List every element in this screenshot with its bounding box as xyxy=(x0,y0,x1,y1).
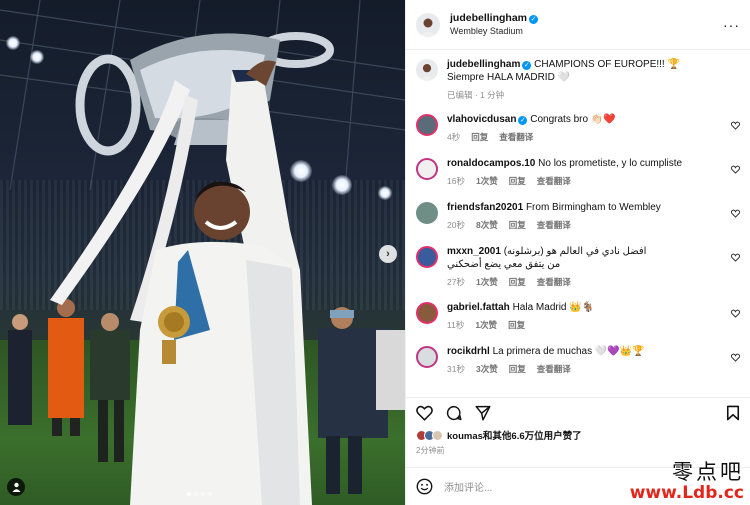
watermark-url: www.Ldb.cc xyxy=(629,483,744,503)
comment-username[interactable]: friendsfan20201 xyxy=(447,202,523,213)
carousel-dot xyxy=(208,492,212,496)
comment-item: vlahovicdusan ✓ Congrats bro 👏🏻❤️ 4秒 回复 查… xyxy=(416,113,740,143)
player-with-trophy xyxy=(8,32,405,505)
comment-text: افضل نادي في العالم هو (برشلونه) xyxy=(503,246,647,257)
comment-time: 4秒 xyxy=(447,132,461,142)
post-header: judebellingham ✓ Wembley Stadium ··· xyxy=(406,0,750,50)
reply-button[interactable]: 回复 xyxy=(509,175,526,187)
add-comment-input[interactable]: 添加评论... xyxy=(444,479,492,494)
commenter-avatar[interactable] xyxy=(416,302,438,324)
carousel-dot xyxy=(201,492,205,496)
reply-button[interactable]: 回复 xyxy=(509,363,526,375)
watermark-cn: 零点吧 xyxy=(672,460,744,484)
caption-text-line2: Siempre HALA MADRID 🤍 xyxy=(447,72,571,83)
comment-like-count[interactable]: 8次赞 xyxy=(476,219,498,231)
commenter-avatar[interactable] xyxy=(416,158,438,180)
comment-like-count[interactable]: 1次赞 xyxy=(476,276,498,288)
comment-like-count[interactable]: 3次赞 xyxy=(476,363,498,375)
profile-picture xyxy=(419,64,435,81)
like-comment-heart-icon[interactable] xyxy=(731,165,740,174)
comment-username[interactable]: gabriel.fattah xyxy=(447,302,510,313)
like-heart-icon[interactable] xyxy=(416,405,433,421)
caption-text-line1: CHAMPIONS OF EUROPE!!! 🏆 xyxy=(534,59,680,70)
comment-text: No los prometiste, y lo cumpliste xyxy=(538,158,683,169)
see-translation-button[interactable]: 查看翻译 xyxy=(537,363,571,375)
like-comment-heart-icon[interactable] xyxy=(731,121,740,130)
comment-time: 16秒 xyxy=(447,176,465,186)
comment-time: 31秒 xyxy=(447,364,465,374)
verified-badge-icon: ✓ xyxy=(522,61,532,70)
comment-text: Congrats bro 👏🏻❤️ xyxy=(530,114,616,125)
comment-item: ronaldocampos.10 No los prometiste, y lo… xyxy=(416,157,740,187)
comment-item: mxxn_2001 افضل نادي في العالم هو (برشلون… xyxy=(416,245,740,288)
comment-time: 11秒 xyxy=(447,320,465,330)
author-username[interactable]: judebellingham xyxy=(450,12,527,24)
post-location[interactable]: Wembley Stadium xyxy=(450,25,538,38)
comment-bubble-icon[interactable] xyxy=(446,405,462,421)
comment-like-count[interactable]: 1次赞 xyxy=(475,319,497,331)
comment-username[interactable]: rocikdrhl xyxy=(447,346,490,357)
comment-username[interactable]: ronaldocampos.10 xyxy=(447,158,535,169)
verified-badge-icon: ✓ xyxy=(529,14,539,24)
commenter-avatar[interactable] xyxy=(416,246,438,268)
reply-button[interactable]: 回复 xyxy=(508,319,525,331)
profile-picture xyxy=(420,18,436,37)
comment-text: La primera de muchas 🤍💜👑🏆 xyxy=(492,346,645,357)
comment-item: friendsfan20201 From Birmingham to Wembl… xyxy=(416,201,740,231)
like-comment-heart-icon[interactable] xyxy=(731,253,740,262)
more-options-icon[interactable]: ··· xyxy=(723,17,740,33)
post-actions-bar xyxy=(406,397,750,427)
commenter-avatar[interactable] xyxy=(416,114,438,136)
comment-like-count[interactable]: 1次赞 xyxy=(476,175,498,187)
bookmark-icon[interactable] xyxy=(726,405,740,421)
reply-button[interactable]: 回复 xyxy=(509,276,526,288)
caption-username[interactable]: judebellingham xyxy=(447,59,520,70)
next-image-button[interactable]: › xyxy=(379,245,397,263)
comment-item: gabriel.fattah Hala Madrid 👑🐐 11秒 1次赞 回复 xyxy=(416,301,740,331)
reply-button[interactable]: 回复 xyxy=(471,131,488,143)
carousel-dot xyxy=(187,492,191,496)
reply-button[interactable]: 回复 xyxy=(509,219,526,231)
see-translation-button[interactable]: 查看翻译 xyxy=(537,276,571,288)
post-time: 2分钟前 xyxy=(416,446,445,455)
likes-summary[interactable]: koumas和其他6.6万位用户赞了 xyxy=(406,427,750,443)
user-icon xyxy=(12,482,20,492)
author-avatar[interactable] xyxy=(416,12,440,37)
see-translation-button[interactable]: 查看翻译 xyxy=(537,175,571,187)
author-avatar[interactable] xyxy=(416,59,438,81)
verified-badge-icon: ✓ xyxy=(518,116,528,125)
comment-item: rocikdrhl La primera de muchas 🤍💜👑🏆 31秒 … xyxy=(416,345,740,375)
share-send-icon[interactable] xyxy=(475,405,491,421)
emoji-icon[interactable] xyxy=(416,478,433,495)
comment-text: Hala Madrid 👑🐐 xyxy=(512,302,595,313)
like-comment-heart-icon[interactable] xyxy=(731,309,740,318)
post-caption: judebellingham ✓ CHAMPIONS OF EUROPE!!! 🏆… xyxy=(416,58,740,101)
comment-username[interactable]: vlahovicdusan xyxy=(447,114,516,125)
likes-username[interactable]: koumas xyxy=(447,431,483,442)
post-side-panel: judebellingham ✓ Wembley Stadium ··· jude… xyxy=(405,0,750,505)
comments-list[interactable]: judebellingham ✓ CHAMPIONS OF EUROPE!!! 🏆… xyxy=(406,50,750,397)
commenter-avatar[interactable] xyxy=(416,202,438,224)
post-photo[interactable]: › xyxy=(0,0,405,505)
tagged-users-button[interactable] xyxy=(7,478,25,496)
like-comment-heart-icon[interactable] xyxy=(731,209,740,218)
liker-avatar xyxy=(432,429,443,441)
comment-text-line2: من يتفق معي يضع أضحكني xyxy=(447,259,561,270)
watermark: 零点吧 www.Ldb.cc xyxy=(630,460,744,503)
comment-time: 20秒 xyxy=(447,220,465,230)
commenter-avatar[interactable] xyxy=(416,346,438,368)
see-translation-button[interactable]: 查看翻译 xyxy=(537,219,571,231)
comment-text: From Birmingham to Wembley xyxy=(525,202,661,213)
likes-count-text: 和其他6.6万位用户赞了 xyxy=(482,431,582,442)
like-comment-heart-icon[interactable] xyxy=(731,353,740,362)
caption-meta: 已编辑 · 1 分钟 xyxy=(447,90,505,100)
comment-time: 27秒 xyxy=(447,277,465,287)
carousel-dot xyxy=(194,492,198,496)
see-translation-button[interactable]: 查看翻译 xyxy=(499,131,533,143)
carousel-dots xyxy=(187,492,212,496)
comment-username[interactable]: mxxn_2001 xyxy=(447,246,501,257)
